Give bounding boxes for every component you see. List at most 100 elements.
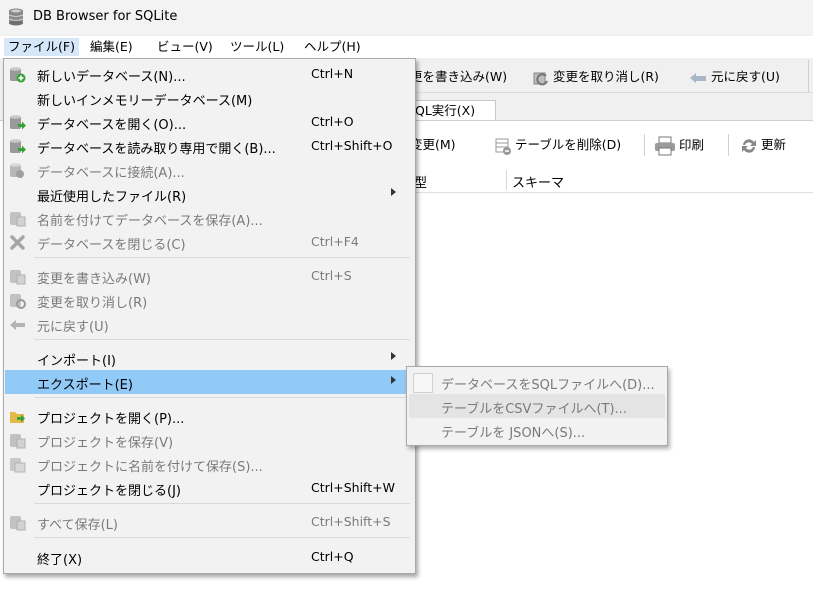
menu-item-new-memory-database[interactable]: 新しいインメモリーデータベース(M) bbox=[5, 86, 414, 110]
toolbar2-separator-2 bbox=[728, 134, 729, 156]
export-item-table-to-json[interactable]: テーブルを JSONへ(S)... bbox=[409, 418, 665, 442]
undo-arrow-icon bbox=[690, 72, 706, 83]
schema-table-header: 型 スキーマ bbox=[410, 168, 813, 193]
open-project-icon bbox=[10, 412, 25, 423]
menu-item-shortcut: Ctrl+Shift+O bbox=[311, 138, 393, 153]
menu-separator bbox=[34, 339, 410, 340]
menu-item-label: データベースを開く(O)... bbox=[37, 118, 187, 133]
menu-item-save-database-as[interactable]: 名前を付けてデータベースを保存(A)... bbox=[5, 206, 414, 230]
menu-item-label: 新しいデータベース(N)... bbox=[37, 70, 186, 85]
undo-button[interactable]: 元に戻す(U) bbox=[688, 68, 780, 86]
menu-item-shortcut: Ctrl+Q bbox=[311, 549, 354, 564]
menu-item-revert-changes[interactable]: 変更を取り消し(R) bbox=[5, 288, 414, 312]
export-item-table-to-csv[interactable]: テーブルをCSVファイルへ(T)... bbox=[409, 394, 665, 418]
menu-item-undo[interactable]: 元に戻す(U) bbox=[5, 312, 414, 336]
menu-separator bbox=[34, 397, 410, 398]
print-button[interactable]: 印刷 bbox=[654, 136, 705, 156]
export-submenu: データベースをSQLファイルへ(D)... テーブルをCSVファイルへ(T)..… bbox=[406, 366, 668, 446]
menu-item-label: プロジェクトを開く(P)... bbox=[37, 412, 185, 427]
menu-item-shortcut: Ctrl+F4 bbox=[311, 234, 359, 249]
menu-item-label: 新しいインメモリーデータベース(M) bbox=[37, 94, 253, 109]
toolbar2-separator bbox=[644, 134, 645, 156]
column-divider bbox=[506, 170, 507, 190]
menu-item-open-database[interactable]: データベースを開く(O)... Ctrl+O bbox=[5, 110, 414, 134]
menu-edit[interactable]: 編集(E) bbox=[86, 38, 137, 56]
menu-item-shortcut: Ctrl+N bbox=[311, 66, 354, 81]
submenu-item-label: テーブルを JSONへ(S)... bbox=[441, 426, 586, 441]
new-database-icon bbox=[10, 67, 26, 83]
menu-item-label: 変更を書き込み(W) bbox=[37, 272, 151, 287]
menu-item-shortcut: Ctrl+Shift+S bbox=[311, 514, 391, 529]
save-project-icon bbox=[10, 434, 26, 449]
menu-separator bbox=[34, 503, 410, 504]
menu-item-label: プロジェクトを保存(V) bbox=[37, 436, 174, 451]
menu-item-open-database-readonly[interactable]: データベースを読み取り専用で開く(B)... Ctrl+Shift+O bbox=[5, 134, 414, 158]
menu-item-export[interactable]: エクスポート(E) bbox=[5, 370, 414, 394]
menu-item-label: すべて保存(L) bbox=[37, 518, 118, 533]
menu-item-shortcut: Ctrl+S bbox=[311, 268, 352, 283]
menu-item-open-project[interactable]: プロジェクトを開く(P)... bbox=[5, 404, 414, 428]
structure-toolbar: 変更(M) テーブルを削除(D) 印刷 更新 bbox=[410, 130, 813, 160]
menu-item-label: 最近使用したファイル(R) bbox=[37, 190, 187, 205]
connect-database-icon bbox=[10, 163, 24, 178]
menu-item-label: 終了(X) bbox=[37, 553, 83, 568]
delete-table-label: テーブルを削除(D) bbox=[515, 137, 622, 152]
revert-changes-icon bbox=[10, 294, 26, 309]
menu-item-close-database[interactable]: データベースを閉じる(C) Ctrl+F4 bbox=[5, 230, 414, 254]
column-schema-header[interactable]: スキーマ bbox=[512, 172, 564, 191]
export-sql-icon bbox=[413, 373, 433, 393]
main-toolbar: 更を書き込み(W) 変更を取り消し(R) 元に戻す(U) bbox=[410, 60, 813, 93]
database-app-icon bbox=[8, 8, 24, 26]
revert-changes-button[interactable]: 変更を取り消し(R) bbox=[532, 68, 659, 86]
submenu-arrow-icon bbox=[391, 376, 396, 384]
tab-execute-sql[interactable]: QL実行(X) bbox=[410, 100, 496, 121]
menu-bar: ファイル(F) 編集(E) ビュー(V) ツール(L) ヘルプ(H) bbox=[0, 36, 813, 58]
menu-item-save-project-as[interactable]: プロジェクトに名前を付けて保存(S)... bbox=[5, 452, 414, 476]
tab-bar: QL実行(X) bbox=[410, 96, 813, 121]
file-menu-dropdown: 新しいデータベース(N)... Ctrl+N 新しいインメモリーデータベース(M… bbox=[3, 58, 416, 574]
menu-item-label: プロジェクトに名前を付けて保存(S)... bbox=[37, 460, 263, 475]
revert-icon bbox=[533, 72, 548, 85]
menu-item-exit[interactable]: 終了(X) Ctrl+Q bbox=[5, 545, 414, 569]
print-label: 印刷 bbox=[679, 137, 705, 153]
delete-table-button[interactable]: テーブルを削除(D) bbox=[494, 136, 622, 155]
menu-item-write-changes[interactable]: 変更を書き込み(W) Ctrl+S bbox=[5, 264, 414, 288]
write-changes-label: 更を書き込み(W) bbox=[410, 69, 508, 84]
menu-item-connect-database[interactable]: データベースに接続(A)... bbox=[5, 158, 414, 182]
menu-item-label: 変更を取り消し(R) bbox=[37, 296, 148, 311]
open-readonly-icon bbox=[10, 139, 26, 154]
write-changes-icon bbox=[10, 270, 26, 285]
refresh-label: 更新 bbox=[761, 137, 787, 152]
menu-tools[interactable]: ツール(L) bbox=[226, 38, 288, 56]
menu-item-save-all[interactable]: すべて保存(L) Ctrl+Shift+S bbox=[5, 510, 414, 534]
menu-item-recent-files[interactable]: 最近使用したファイル(R) bbox=[5, 182, 414, 206]
refresh-button[interactable]: 更新 bbox=[740, 136, 786, 154]
undo-icon bbox=[10, 320, 25, 330]
menu-item-close-project[interactable]: プロジェクトを閉じる(J) Ctrl+Shift+W bbox=[5, 476, 414, 500]
submenu-item-label: データベースをSQLファイルへ(D)... bbox=[441, 378, 655, 393]
toolbar-separator bbox=[808, 60, 809, 92]
menu-help[interactable]: ヘルプ(H) bbox=[300, 38, 365, 56]
modify-table-button[interactable]: 変更(M) bbox=[410, 136, 456, 154]
menu-item-label: データベースを閉じる(C) bbox=[37, 238, 186, 253]
menu-item-shortcut: Ctrl+O bbox=[311, 114, 354, 129]
menu-item-label: 元に戻す(U) bbox=[37, 320, 109, 335]
menu-file[interactable]: ファイル(F) bbox=[4, 38, 79, 56]
submenu-item-label: テーブルをCSVファイルへ(T)... bbox=[441, 402, 627, 417]
tab-execute-sql-label: QL実行(X) bbox=[415, 103, 476, 118]
window-title: DB Browser for SQLite bbox=[33, 9, 178, 24]
menu-item-import[interactable]: インポート(I) bbox=[5, 346, 414, 370]
menu-item-label: プロジェクトを閉じる(J) bbox=[37, 484, 181, 499]
menu-item-new-database[interactable]: 新しいデータベース(N)... Ctrl+N bbox=[5, 62, 414, 86]
title-bar: DB Browser for SQLite bbox=[0, 0, 813, 34]
menu-separator bbox=[34, 537, 410, 538]
save-as-icon bbox=[10, 212, 26, 227]
menu-view[interactable]: ビュー(V) bbox=[153, 38, 217, 56]
menu-item-label: 名前を付けてデータベースを保存(A)... bbox=[37, 214, 263, 229]
refresh-icon bbox=[742, 138, 756, 153]
menu-item-label: エクスポート(E) bbox=[37, 378, 133, 393]
write-changes-button[interactable]: 更を書き込み(W) bbox=[410, 68, 507, 86]
menu-item-save-project[interactable]: プロジェクトを保存(V) bbox=[5, 428, 414, 452]
export-item-database-to-sql[interactable]: データベースをSQLファイルへ(D)... bbox=[409, 370, 665, 394]
menu-item-shortcut: Ctrl+Shift+W bbox=[311, 480, 395, 495]
